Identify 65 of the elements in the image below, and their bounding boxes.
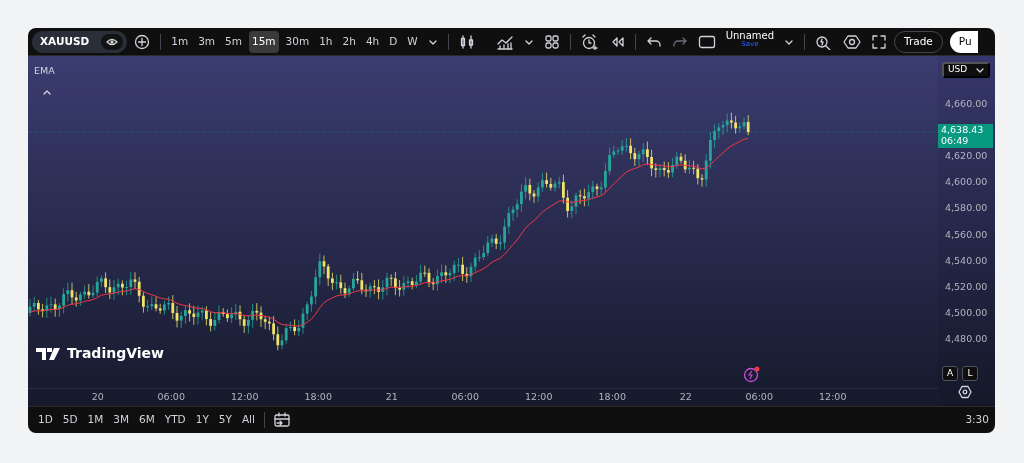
time-label: 21 — [384, 390, 399, 405]
time-label: 18:00 — [597, 390, 627, 405]
currency-button[interactable]: USD — [942, 62, 990, 78]
time-display: 3:30 — [965, 412, 989, 428]
time-label: 12:00 — [524, 390, 554, 405]
current-price: 4,638.43 — [941, 125, 985, 137]
fullscreen-icon — [871, 33, 888, 50]
caret-icon — [976, 66, 984, 74]
lightning-icon[interactable] — [743, 365, 761, 383]
logo-text: TradingView — [67, 344, 164, 363]
time-label: 22 — [678, 390, 693, 405]
range-button[interactable]: 5D — [58, 412, 82, 428]
layout-grid-icon — [543, 33, 560, 50]
symbol-search-field[interactable]: XAUUSD — [32, 30, 128, 53]
time-label: 12:00 — [230, 390, 260, 405]
time-label: 20 — [90, 390, 105, 405]
eye-icon[interactable] — [101, 33, 124, 50]
price-label: 4,520.00 — [945, 279, 988, 294]
layout-name: Unnamed — [725, 30, 775, 41]
range-button[interactable]: YTD — [160, 412, 190, 428]
add-symbol-icon — [134, 33, 151, 50]
range-button[interactable]: 3M — [109, 412, 134, 428]
scale-button[interactable]: A — [942, 366, 958, 381]
countdown-timer: 06:49 — [941, 136, 970, 147]
price-label: 4,600.00 — [945, 175, 988, 190]
alarm-clock-icon — [580, 33, 599, 50]
settings-icon — [843, 33, 862, 50]
interval-button[interactable]: 5m — [222, 30, 245, 53]
interval-button[interactable]: 15m — [249, 30, 279, 53]
time-label: 12:00 — [818, 390, 848, 405]
range-button[interactable]: 1M — [83, 412, 108, 428]
price-label: 4,660.00 — [945, 96, 988, 111]
interval-button[interactable]: W — [404, 30, 421, 53]
time-label: 06:00 — [156, 390, 186, 405]
time-label: 06:00 — [450, 390, 480, 405]
interval-button[interactable]: 2h — [339, 30, 359, 53]
candles-icon — [458, 33, 475, 50]
logo-icon — [36, 346, 62, 361]
calendar-icon — [272, 412, 291, 428]
range-button[interactable]: 1D — [34, 412, 57, 428]
indicator-label[interactable]: EMA — [34, 64, 55, 79]
price-label: 4,560.00 — [945, 227, 988, 242]
price-label: 4,480.00 — [945, 331, 988, 346]
interval-button[interactable]: D — [386, 30, 401, 53]
interval-button[interactable]: 1h — [316, 30, 336, 53]
currency-text: USD — [948, 63, 968, 77]
scale-button[interactable]: L — [962, 366, 978, 381]
range-button[interactable]: 6M — [135, 412, 159, 428]
settings-icon[interactable] — [958, 385, 972, 399]
interval-button[interactable]: 4h — [362, 30, 383, 53]
layout-icon — [697, 34, 716, 49]
range-button[interactable]: All — [237, 412, 259, 428]
interval-button[interactable]: 30m — [282, 30, 313, 53]
symbol-text: XAUUSD — [40, 33, 90, 49]
range-button[interactable]: 5Y — [214, 412, 236, 428]
publish-button[interactable]: Pu — [949, 30, 978, 53]
price-label: 4,580.00 — [945, 201, 988, 216]
time-label: 18:00 — [303, 390, 333, 405]
range-button[interactable]: 1Y — [191, 412, 213, 428]
time-label: 06:00 — [744, 390, 774, 405]
interval-button[interactable]: 1m — [168, 30, 192, 53]
price-label: 4,540.00 — [945, 253, 988, 268]
interval-button[interactable]: 3m — [195, 30, 219, 53]
price-label: 4,620.00 — [945, 149, 988, 164]
price-label: 4,500.00 — [945, 305, 988, 320]
